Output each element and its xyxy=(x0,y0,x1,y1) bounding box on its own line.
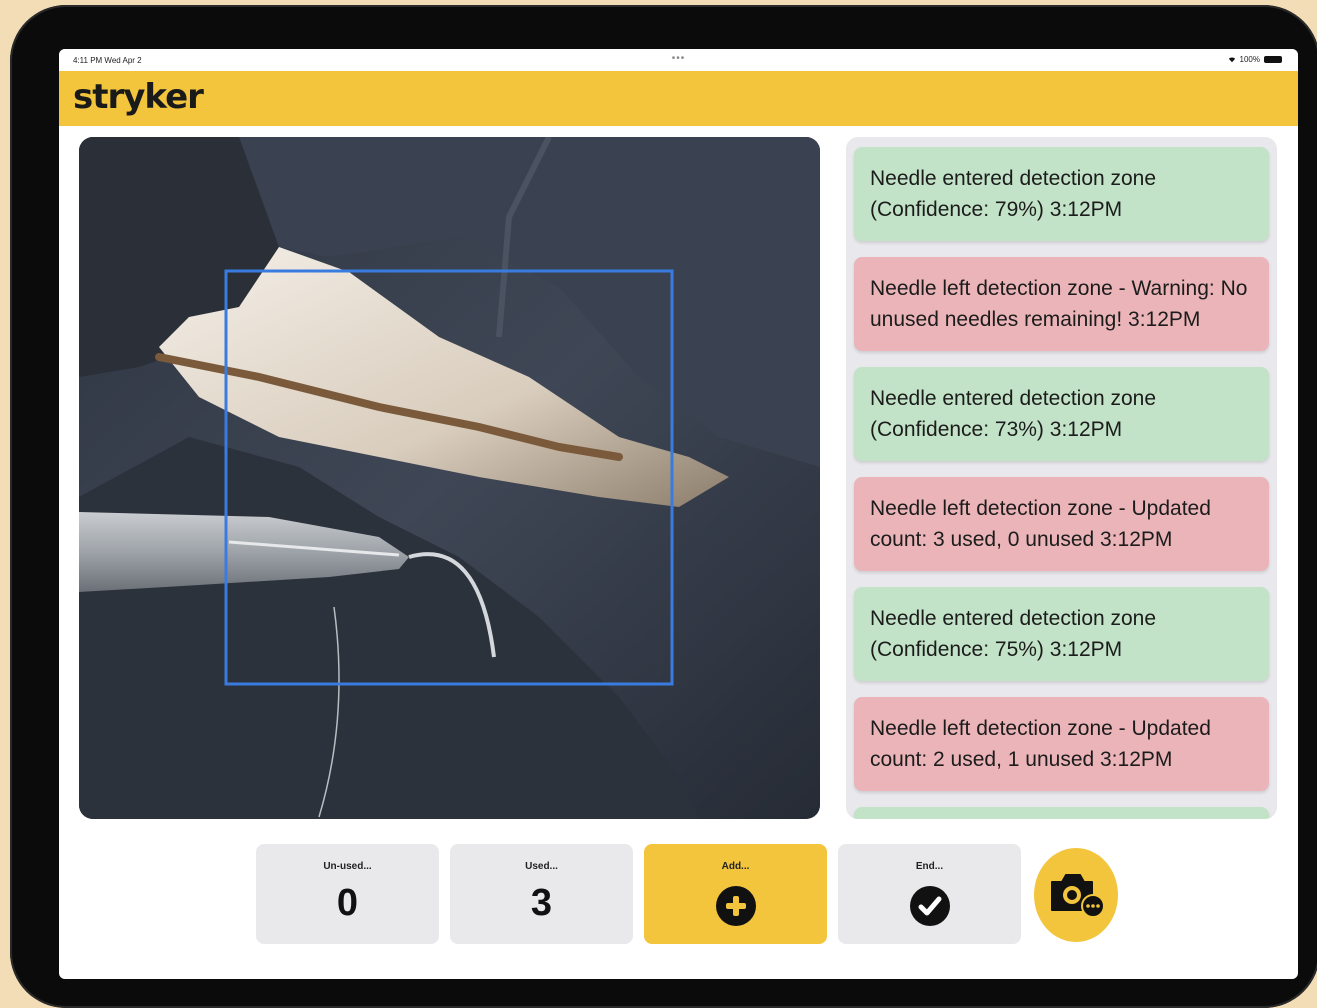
battery-percent: 100% xyxy=(1239,55,1260,64)
event-log-list: Needle entered detection zone (Confidenc… xyxy=(854,147,1269,819)
camera-feed-image xyxy=(79,137,820,819)
log-entry-text: Needle entered detection zone (Confidenc… xyxy=(870,607,1157,661)
log-entry-text: Needle entered detection zone (Confidenc… xyxy=(870,387,1157,441)
multitasking-dots[interactable]: ••• xyxy=(672,53,686,64)
add-needle-button[interactable]: Add... xyxy=(644,844,827,944)
tablet-frame: 4:11 PM Wed Apr 2 ••• 100% stryker Needl… xyxy=(10,5,1317,1008)
end-label: End... xyxy=(915,861,944,872)
used-count: 3 xyxy=(530,882,553,924)
log-entry-text: Needle entered detection zone (Confidenc… xyxy=(870,167,1157,221)
checkmark-circle-icon xyxy=(909,886,950,926)
app-screen: 4:11 PM Wed Apr 2 ••• 100% stryker Needl… xyxy=(59,49,1298,979)
stryker-logo: stryker xyxy=(73,77,204,117)
add-label: Add... xyxy=(721,861,750,872)
log-entry: Needle left detection zone - Updated cou… xyxy=(854,477,1269,571)
camera-options-button[interactable] xyxy=(1034,848,1118,942)
plus-circle-icon xyxy=(715,886,756,926)
camera-more-icon xyxy=(1051,874,1105,918)
log-entry-text: Needle left detection zone - Warning: No… xyxy=(870,277,1248,331)
status-bar: 4:11 PM Wed Apr 2 ••• 100% xyxy=(59,49,1298,71)
status-right: 100% xyxy=(1228,55,1282,64)
event-log-panel[interactable]: Needle entered detection zone (Confidenc… xyxy=(846,137,1277,819)
control-bar: Un-used... 0 Used... 3 Add... End... xyxy=(256,844,1021,944)
log-entry: Needle left detection zone - Updated cou… xyxy=(854,697,1269,791)
log-entry: Needle left detection zone - Warning: No… xyxy=(854,257,1269,351)
battery-icon xyxy=(1264,56,1282,63)
log-entry-partial xyxy=(854,807,1269,819)
used-count-button[interactable]: Used... 3 xyxy=(450,844,633,944)
log-entry-text: Needle left detection zone - Updated cou… xyxy=(870,497,1211,551)
unused-count-button[interactable]: Un-used... 0 xyxy=(256,844,439,944)
log-entry: Needle entered detection zone (Confidenc… xyxy=(854,367,1269,461)
app-header: stryker xyxy=(59,71,1298,126)
unused-label: Un-used... xyxy=(323,861,372,872)
log-entry-text: Needle left detection zone - Updated cou… xyxy=(870,717,1211,771)
status-time: 4:11 PM Wed Apr 2 xyxy=(73,56,142,65)
camera-preview xyxy=(79,137,820,819)
end-session-button[interactable]: End... xyxy=(838,844,1021,944)
used-label: Used... xyxy=(525,861,558,872)
log-entry: Needle entered detection zone (Confidenc… xyxy=(854,147,1269,241)
unused-count: 0 xyxy=(336,882,359,924)
wifi-icon xyxy=(1228,57,1235,63)
log-entry: Needle entered detection zone (Confidenc… xyxy=(854,587,1269,681)
